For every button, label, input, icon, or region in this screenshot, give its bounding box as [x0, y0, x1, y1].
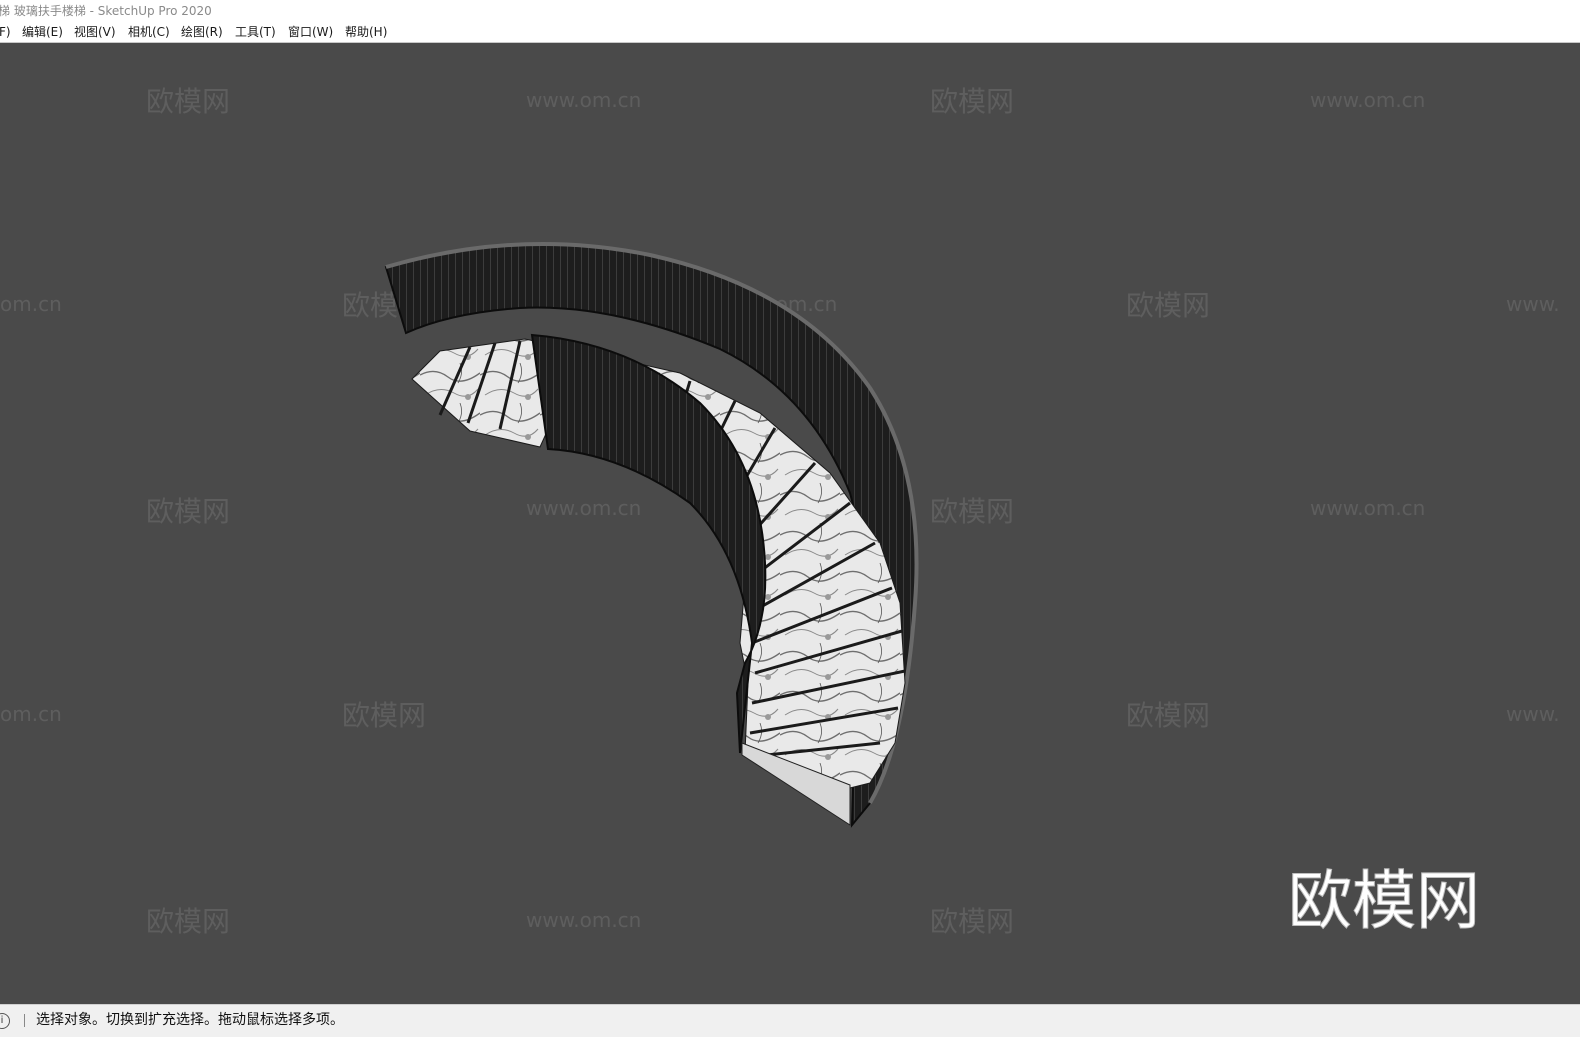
menu-help[interactable]: 帮助(H) — [343, 22, 389, 42]
watermark-url: www.om.cn — [526, 88, 641, 112]
watermark-logo: 欧模网 — [1126, 289, 1210, 322]
info-icon[interactable]: i — [0, 1013, 10, 1029]
watermark-logo: 欧模网 — [146, 905, 230, 938]
watermark-url-partial: www. — [1506, 702, 1560, 726]
watermark-url: www.om.cn — [526, 908, 641, 932]
menu-bar: F) 编辑(E) 视图(V) 相机(C) 绘图(R) 工具(T) 窗口(W) 帮… — [0, 22, 1580, 43]
brand-logo: 欧模网 — [1288, 865, 1480, 939]
menu-view[interactable]: 视图(V) — [72, 22, 118, 42]
watermark-url: www.om.cn — [526, 496, 641, 520]
menu-tools[interactable]: 工具(T) — [233, 22, 278, 42]
menu-window[interactable]: 窗口(W) — [286, 22, 335, 42]
watermark-logo: 欧模网 — [342, 699, 426, 732]
watermark-logo: 欧模网 — [930, 85, 1014, 118]
menu-draw[interactable]: 绘图(R) — [179, 22, 225, 42]
menu-camera[interactable]: 相机(C) — [126, 22, 172, 42]
menu-file[interactable]: F) — [0, 22, 13, 42]
watermark-url: www.om.cn — [1310, 88, 1425, 112]
watermark-url-partial: om.cn — [0, 702, 62, 726]
watermark-logo: 欧模网 — [930, 495, 1014, 528]
watermark-logo: 欧模网 — [1126, 699, 1210, 732]
status-bar: i 选择对象。切换到扩充选择。拖动鼠标选择多项。 — [0, 1004, 1580, 1037]
model-viewport[interactable]: 欧模网 欧模网 欧模网 欧模网 欧模网 欧模网 欧模网 欧模网 欧模网 欧模网 … — [0, 43, 1580, 1004]
menu-edit[interactable]: 编辑(E) — [20, 22, 65, 42]
title-bar: 梯 玻璃扶手楼梯 - SketchUp Pro 2020 — [0, 0, 1580, 22]
watermark-logo: 欧模网 — [930, 905, 1014, 938]
watermark-logo: 欧模网 — [146, 85, 230, 118]
status-divider — [24, 1014, 25, 1027]
status-text: 选择对象。切换到扩充选择。拖动鼠标选择多项。 — [36, 1012, 344, 1028]
model-canvas[interactable]: 欧模网 欧模网 欧模网 欧模网 欧模网 欧模网 欧模网 欧模网 欧模网 欧模网 … — [0, 43, 1580, 1004]
watermark-url: www.om.cn — [1310, 496, 1425, 520]
watermark-url-partial: om.cn — [0, 292, 62, 316]
watermark-url-partial: www. — [1506, 292, 1560, 316]
window-title: 梯 玻璃扶手楼梯 - SketchUp Pro 2020 — [0, 4, 212, 18]
staircase-model[interactable] — [384, 241, 919, 828]
watermark-logo: 欧模网 — [146, 495, 230, 528]
